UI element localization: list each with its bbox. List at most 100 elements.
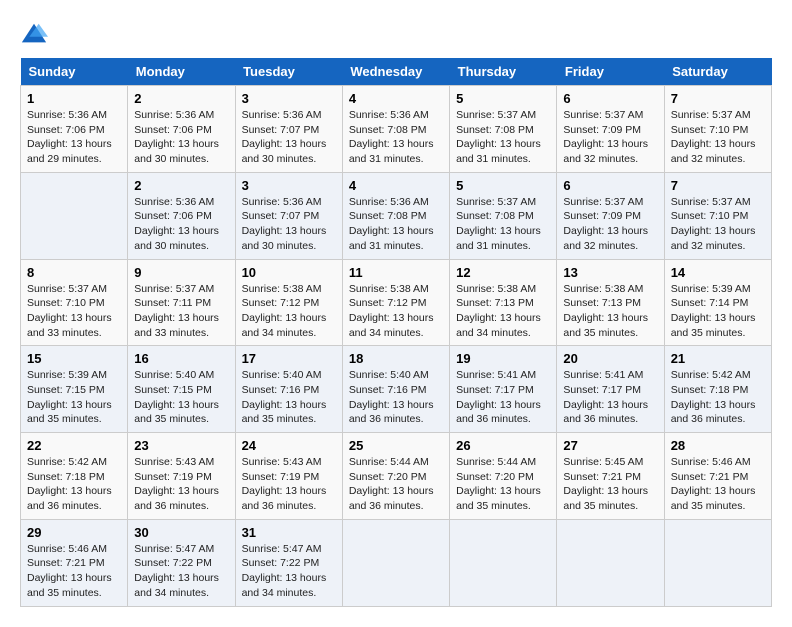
day-info: Sunrise: 5:39 AM Sunset: 7:14 PM Dayligh…	[671, 282, 765, 341]
calendar-cell: 21 Sunrise: 5:42 AM Sunset: 7:18 PM Dayli…	[664, 346, 771, 433]
calendar-cell: 5Sunrise: 5:37 AM Sunset: 7:08 PM Daylig…	[450, 172, 557, 259]
day-number: 7	[671, 91, 765, 106]
calendar-cell: 4Sunrise: 5:36 AM Sunset: 7:08 PM Daylig…	[342, 86, 449, 173]
logo	[20, 20, 52, 48]
day-number: 6	[563, 91, 657, 106]
day-info: Sunrise: 5:36 AM Sunset: 7:06 PM Dayligh…	[134, 195, 228, 254]
day-number: 18	[349, 351, 443, 366]
calendar-cell: 7 Sunrise: 5:37 AM Sunset: 7:10 PM Daylig…	[664, 172, 771, 259]
calendar-cell	[342, 519, 449, 606]
calendar-cell: 19Sunrise: 5:41 AM Sunset: 7:17 PM Dayli…	[450, 346, 557, 433]
day-info: Sunrise: 5:44 AM Sunset: 7:20 PM Dayligh…	[349, 455, 443, 514]
day-number: 23	[134, 438, 228, 453]
day-number: 4	[349, 178, 443, 193]
day-info: Sunrise: 5:45 AM Sunset: 7:21 PM Dayligh…	[563, 455, 657, 514]
calendar-cell	[450, 519, 557, 606]
calendar-cell: 29 Sunrise: 5:46 AM Sunset: 7:21 PM Dayli…	[21, 519, 128, 606]
day-info: Sunrise: 5:36 AM Sunset: 7:07 PM Dayligh…	[242, 195, 336, 254]
day-info: Sunrise: 5:43 AM Sunset: 7:19 PM Dayligh…	[134, 455, 228, 514]
day-number: 27	[563, 438, 657, 453]
day-number: 3	[242, 91, 336, 106]
calendar-cell: 16Sunrise: 5:40 AM Sunset: 7:15 PM Dayli…	[128, 346, 235, 433]
calendar-cell: 6 Sunrise: 5:37 AM Sunset: 7:09 PM Daylig…	[557, 86, 664, 173]
day-number: 8	[27, 265, 121, 280]
day-number: 13	[563, 265, 657, 280]
calendar-cell: 28 Sunrise: 5:46 AM Sunset: 7:21 PM Dayli…	[664, 433, 771, 520]
day-info: Sunrise: 5:38 AM Sunset: 7:12 PM Dayligh…	[242, 282, 336, 341]
calendar-cell: 18 Sunrise: 5:40 AM Sunset: 7:16 PM Dayli…	[342, 346, 449, 433]
calendar-week-row: 29 Sunrise: 5:46 AM Sunset: 7:21 PM Dayli…	[21, 519, 772, 606]
day-number: 17	[242, 351, 336, 366]
day-number: 28	[671, 438, 765, 453]
day-number: 5	[456, 91, 550, 106]
day-number: 22	[27, 438, 121, 453]
day-info: Sunrise: 5:43 AM Sunset: 7:19 PM Dayligh…	[242, 455, 336, 514]
day-info: Sunrise: 5:40 AM Sunset: 7:16 PM Dayligh…	[242, 368, 336, 427]
day-number: 6	[563, 178, 657, 193]
calendar-cell: 1 Sunrise: 5:36 AM Sunset: 7:06 PM Daylig…	[21, 86, 128, 173]
day-number: 2	[134, 178, 228, 193]
calendar-cell: 7 Sunrise: 5:37 AM Sunset: 7:10 PM Daylig…	[664, 86, 771, 173]
calendar-cell: 30 Sunrise: 5:47 AM Sunset: 7:22 PM Dayli…	[128, 519, 235, 606]
day-info: Sunrise: 5:44 AM Sunset: 7:20 PM Dayligh…	[456, 455, 550, 514]
day-number: 19	[456, 351, 550, 366]
day-number: 12	[456, 265, 550, 280]
day-info: Sunrise: 5:37 AM Sunset: 7:09 PM Dayligh…	[563, 195, 657, 254]
calendar-week-row: 15Sunrise: 5:39 AM Sunset: 7:15 PM Dayli…	[21, 346, 772, 433]
day-info: Sunrise: 5:46 AM Sunset: 7:21 PM Dayligh…	[671, 455, 765, 514]
day-info: Sunrise: 5:40 AM Sunset: 7:15 PM Dayligh…	[134, 368, 228, 427]
day-number: 2	[134, 91, 228, 106]
day-number: 11	[349, 265, 443, 280]
day-number: 21	[671, 351, 765, 366]
day-number: 25	[349, 438, 443, 453]
calendar-cell: 6 Sunrise: 5:37 AM Sunset: 7:09 PM Daylig…	[557, 172, 664, 259]
day-info: Sunrise: 5:42 AM Sunset: 7:18 PM Dayligh…	[671, 368, 765, 427]
day-number: 26	[456, 438, 550, 453]
day-number: 29	[27, 525, 121, 540]
day-info: Sunrise: 5:40 AM Sunset: 7:16 PM Dayligh…	[349, 368, 443, 427]
header-thursday: Thursday	[450, 58, 557, 86]
day-info: Sunrise: 5:47 AM Sunset: 7:22 PM Dayligh…	[242, 542, 336, 601]
calendar-week-row: 2 Sunrise: 5:36 AM Sunset: 7:06 PM Daylig…	[21, 172, 772, 259]
day-number: 7	[671, 178, 765, 193]
calendar-week-row: 1 Sunrise: 5:36 AM Sunset: 7:06 PM Daylig…	[21, 86, 772, 173]
day-info: Sunrise: 5:37 AM Sunset: 7:08 PM Dayligh…	[456, 195, 550, 254]
day-number: 1	[27, 91, 121, 106]
calendar-cell: 10 Sunrise: 5:38 AM Sunset: 7:12 PM Dayli…	[235, 259, 342, 346]
calendar-cell: 11Sunrise: 5:38 AM Sunset: 7:12 PM Dayli…	[342, 259, 449, 346]
day-info: Sunrise: 5:38 AM Sunset: 7:13 PM Dayligh…	[563, 282, 657, 341]
day-info: Sunrise: 5:37 AM Sunset: 7:09 PM Dayligh…	[563, 108, 657, 167]
day-number: 9	[134, 265, 228, 280]
day-number: 4	[349, 91, 443, 106]
calendar-cell: 26 Sunrise: 5:44 AM Sunset: 7:20 PM Dayli…	[450, 433, 557, 520]
header-sunday: Sunday	[21, 58, 128, 86]
calendar-cell: 14Sunrise: 5:39 AM Sunset: 7:14 PM Dayli…	[664, 259, 771, 346]
calendar-cell: 3 Sunrise: 5:36 AM Sunset: 7:07 PM Daylig…	[235, 86, 342, 173]
day-info: Sunrise: 5:46 AM Sunset: 7:21 PM Dayligh…	[27, 542, 121, 601]
calendar-cell: 25 Sunrise: 5:44 AM Sunset: 7:20 PM Dayli…	[342, 433, 449, 520]
day-info: Sunrise: 5:37 AM Sunset: 7:10 PM Dayligh…	[671, 195, 765, 254]
day-info: Sunrise: 5:36 AM Sunset: 7:06 PM Dayligh…	[27, 108, 121, 167]
day-info: Sunrise: 5:37 AM Sunset: 7:10 PM Dayligh…	[671, 108, 765, 167]
calendar-cell: 9Sunrise: 5:37 AM Sunset: 7:11 PM Daylig…	[128, 259, 235, 346]
day-info: Sunrise: 5:42 AM Sunset: 7:18 PM Dayligh…	[27, 455, 121, 514]
calendar-table: SundayMondayTuesdayWednesdayThursdayFrid…	[20, 58, 772, 607]
day-number: 30	[134, 525, 228, 540]
header-friday: Friday	[557, 58, 664, 86]
calendar-cell: 15Sunrise: 5:39 AM Sunset: 7:15 PM Dayli…	[21, 346, 128, 433]
calendar-cell: 3 Sunrise: 5:36 AM Sunset: 7:07 PM Daylig…	[235, 172, 342, 259]
calendar-cell: 27 Sunrise: 5:45 AM Sunset: 7:21 PM Dayli…	[557, 433, 664, 520]
calendar-cell: 5 Sunrise: 5:37 AM Sunset: 7:08 PM Daylig…	[450, 86, 557, 173]
day-info: Sunrise: 5:47 AM Sunset: 7:22 PM Dayligh…	[134, 542, 228, 601]
day-info: Sunrise: 5:37 AM Sunset: 7:08 PM Dayligh…	[456, 108, 550, 167]
calendar-cell: 2Sunrise: 5:36 AM Sunset: 7:06 PM Daylig…	[128, 86, 235, 173]
calendar-cell: 24Sunrise: 5:43 AM Sunset: 7:19 PM Dayli…	[235, 433, 342, 520]
header-saturday: Saturday	[664, 58, 771, 86]
header	[20, 20, 772, 48]
day-number: 10	[242, 265, 336, 280]
day-number: 3	[242, 178, 336, 193]
day-info: Sunrise: 5:38 AM Sunset: 7:13 PM Dayligh…	[456, 282, 550, 341]
calendar-week-row: 22 Sunrise: 5:42 AM Sunset: 7:18 PM Dayli…	[21, 433, 772, 520]
day-info: Sunrise: 5:36 AM Sunset: 7:07 PM Dayligh…	[242, 108, 336, 167]
header-wednesday: Wednesday	[342, 58, 449, 86]
